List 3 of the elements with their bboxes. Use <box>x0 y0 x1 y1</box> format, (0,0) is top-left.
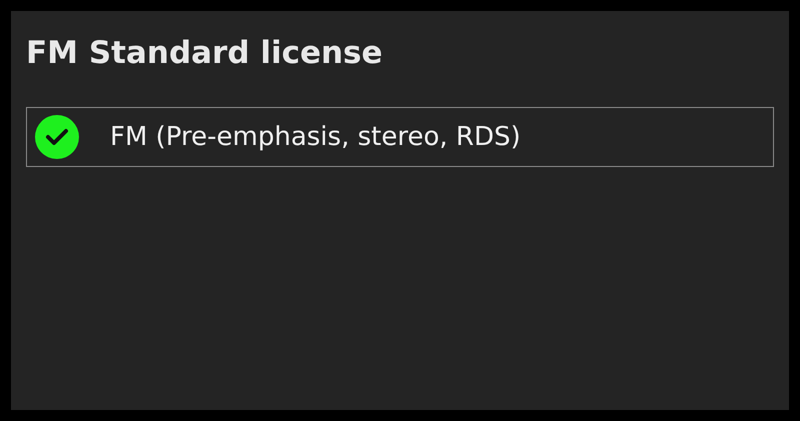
feature-label: FM (Pre-emphasis, stereo, RDS) <box>110 122 521 152</box>
panel-title: FM Standard license <box>26 34 384 73</box>
feature-row[interactable]: FM (Pre-emphasis, stereo, RDS) <box>26 107 774 167</box>
